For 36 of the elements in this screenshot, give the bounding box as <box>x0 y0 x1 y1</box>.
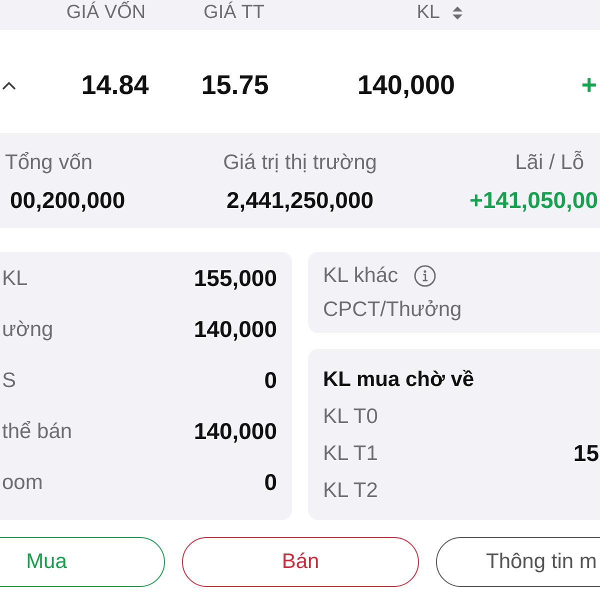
column-header[interactable]: KL <box>416 2 463 24</box>
table-cell: 140,000 <box>357 70 455 100</box>
row-value: 15 <box>573 439 599 468</box>
summary-label: Tổng vốn <box>5 151 93 175</box>
summary-value: +141,050,00 <box>469 187 598 213</box>
summary-label: Lãi / Lỗ <box>515 151 584 175</box>
info-icon[interactable] <box>414 265 436 287</box>
sell-button[interactable]: Bán <box>182 537 419 587</box>
row-label: KL T0 <box>323 404 378 430</box>
row-label: thể bán <box>2 418 72 445</box>
card-title: KL mua chờ về <box>323 366 474 393</box>
row-value: 0 <box>264 366 277 396</box>
row-label: ường <box>2 316 54 343</box>
column-header: GIÁ VỐN <box>66 2 146 24</box>
buy-button[interactable]: Mua <box>0 537 165 587</box>
info-button[interactable]: Thông tin m <box>436 537 600 587</box>
row-value: 155,000 <box>194 264 277 294</box>
summary-value: 00,200,000 <box>10 187 126 213</box>
row-label: KL <box>2 266 28 292</box>
table-cell: 15.75 <box>201 70 269 100</box>
column-header: GIÁ TT <box>204 2 264 24</box>
card-title: KL khác <box>323 264 398 288</box>
row-value: 0 <box>264 468 277 498</box>
row-label: S <box>2 368 16 394</box>
chevron-up-icon[interactable] <box>2 82 16 90</box>
row-value: 140,000 <box>194 417 277 446</box>
row-label: KL T2 <box>323 478 378 504</box>
table-cell: 14.84 <box>81 70 149 100</box>
table-cell: + <box>581 70 597 100</box>
summary-value: 2,441,250,000 <box>226 187 374 213</box>
row-value: 140,000 <box>194 315 277 344</box>
summary-label: Giá trị thị trường <box>223 151 377 175</box>
card-subtitle: CPCT/Thưởng <box>323 298 462 322</box>
sort-icon[interactable] <box>452 6 463 20</box>
row-label: oom <box>2 470 43 496</box>
row-label: KL T1 <box>323 440 378 467</box>
